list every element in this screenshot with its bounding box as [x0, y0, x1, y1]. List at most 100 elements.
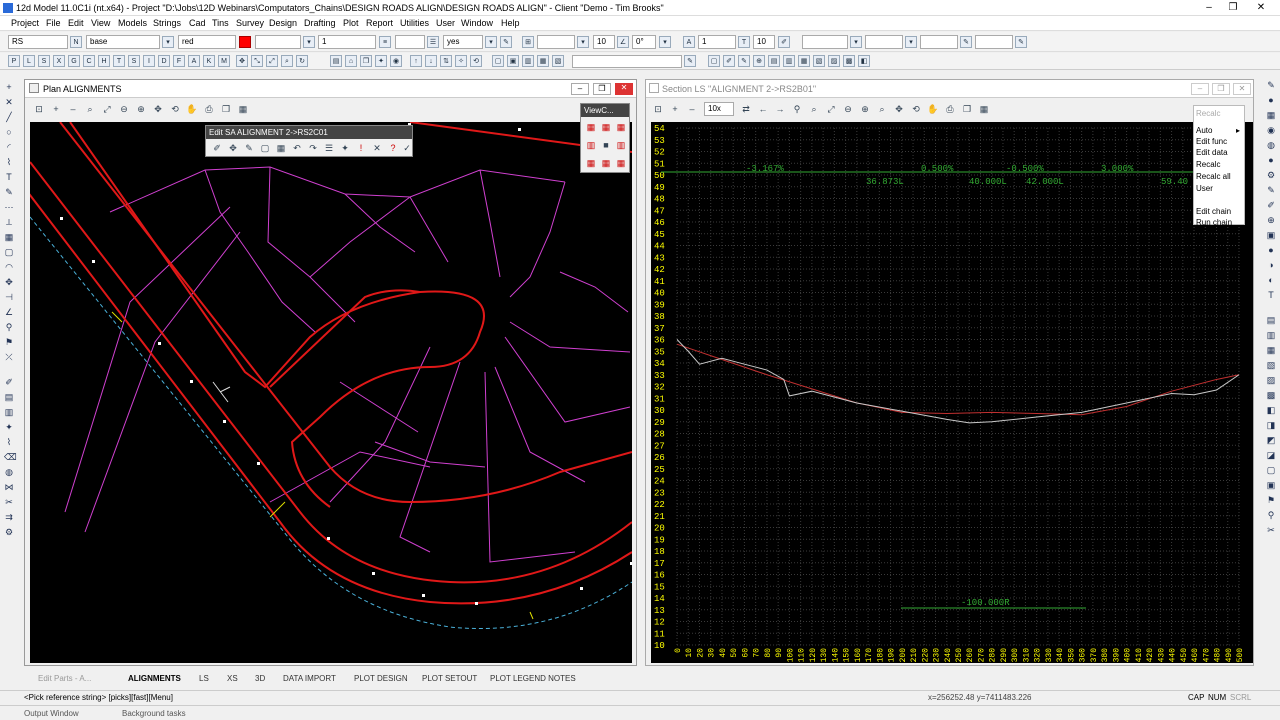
- letter-k-button[interactable]: K: [203, 55, 215, 67]
- viewc-top-right-icon[interactable]: ▦: [614, 120, 628, 134]
- section-zoom-in-icon[interactable]: +: [668, 102, 682, 116]
- menu-utilities[interactable]: Utilities: [400, 18, 429, 28]
- section-copy-icon[interactable]: ❐: [960, 102, 974, 116]
- section-prev-icon[interactable]: ←: [756, 102, 770, 116]
- angle-field[interactable]: 0°: [632, 35, 656, 49]
- plan-minimize-button[interactable]: –: [571, 83, 589, 95]
- cursor-tool-icon[interactable]: +: [4, 82, 14, 92]
- rt-tool-icon-19[interactable]: ▧: [1266, 360, 1276, 370]
- letter-a-button[interactable]: A: [188, 55, 200, 67]
- edit-sa-warning-icon[interactable]: !: [354, 141, 368, 155]
- box-tool-icon[interactable]: ▢: [4, 247, 14, 257]
- text-size-icon[interactable]: ▾: [577, 36, 589, 48]
- tab-alignments[interactable]: ALIGNMENTS: [128, 674, 181, 683]
- letter-f-button[interactable]: F: [173, 55, 185, 67]
- flag-field[interactable]: yes: [443, 35, 483, 49]
- measure-tool-icon[interactable]: ⊣: [4, 292, 14, 302]
- rt-tool-icon-30[interactable]: ✂: [1266, 525, 1276, 535]
- rt-tool-icon-29[interactable]: ⚲: [1266, 510, 1276, 520]
- tool-icon-10[interactable]: ▩: [843, 55, 855, 67]
- menu-design[interactable]: Design: [269, 18, 297, 28]
- viewc-top-left-icon[interactable]: ▦: [584, 120, 598, 134]
- ctx-edit-func[interactable]: Edit func: [1196, 137, 1227, 146]
- box-icon-5[interactable]: ▧: [552, 55, 564, 67]
- rt-tool-icon-9[interactable]: ✐: [1266, 200, 1276, 210]
- viewc-bottom-right-icon[interactable]: ▦: [614, 156, 628, 170]
- home-icon[interactable]: ⌂: [345, 55, 357, 67]
- minimize-button[interactable]: –: [1198, 2, 1220, 14]
- letter-s2-button[interactable]: S: [128, 55, 140, 67]
- tool-icon-2[interactable]: ✐: [723, 55, 735, 67]
- tool-icon-11[interactable]: ◧: [858, 55, 870, 67]
- menu-survey[interactable]: Survey: [236, 18, 264, 28]
- layer-tool-icon[interactable]: ▤: [4, 392, 14, 402]
- section-zoom-out-icon[interactable]: –: [685, 102, 699, 116]
- copy-icon[interactable]: ❐: [360, 55, 372, 67]
- section-refresh-icon[interactable]: ⇄: [739, 102, 753, 116]
- edit-sa-delete-icon[interactable]: ✕: [370, 141, 384, 155]
- section-maximize-button[interactable]: ❐: [1212, 83, 1230, 95]
- rt-tool-icon-27[interactable]: ▣: [1266, 480, 1276, 490]
- menu-view[interactable]: View: [91, 18, 110, 28]
- section-zoom-window-icon[interactable]: ⌕: [807, 102, 821, 116]
- node-tool-icon[interactable]: ⋯: [4, 202, 14, 212]
- rt-tool-icon-16[interactable]: ▤: [1266, 315, 1276, 325]
- section-minimize-button[interactable]: –: [1191, 83, 1209, 95]
- menu-project[interactable]: Project: [11, 18, 39, 28]
- menu-user[interactable]: User: [436, 18, 455, 28]
- tool-icon-1[interactable]: ▢: [708, 55, 720, 67]
- ctx-run-chain[interactable]: Run chain: [1196, 218, 1232, 227]
- box-icon-4[interactable]: ▦: [537, 55, 549, 67]
- weight-field[interactable]: 1: [318, 35, 376, 49]
- edit-sa-pencil-icon[interactable]: ✎: [242, 141, 256, 155]
- edit-sa-grid-icon[interactable]: ▦: [274, 141, 288, 155]
- rt-tool-icon-23[interactable]: ◨: [1266, 420, 1276, 430]
- tab-plot-design[interactable]: PLOT DESIGN: [354, 674, 408, 683]
- letter-i-button[interactable]: I: [143, 55, 155, 67]
- redraw-icon[interactable]: ↻: [296, 55, 308, 67]
- flag-dropdown-icon[interactable]: ▾: [485, 36, 497, 48]
- letter-l-button[interactable]: L: [23, 55, 35, 67]
- menu-strings[interactable]: Strings: [153, 18, 181, 28]
- menu-plot[interactable]: Plot: [343, 18, 359, 28]
- tab-data-import[interactable]: DATA IMPORT: [283, 674, 336, 683]
- plan-pan-icon[interactable]: ✥: [151, 102, 165, 116]
- ctx-auto[interactable]: Auto: [1196, 126, 1212, 135]
- rt-tool-icon-10[interactable]: ⊕: [1266, 215, 1276, 225]
- plan-hand-icon[interactable]: ✋: [185, 102, 199, 116]
- angle-dropdown-icon[interactable]: ▾: [659, 36, 671, 48]
- edit-tool-icon[interactable]: ✐: [4, 377, 14, 387]
- line-tool-icon[interactable]: ╱: [4, 112, 14, 122]
- colour-swatch[interactable]: [239, 36, 251, 48]
- text-tool-icon[interactable]: T: [4, 172, 14, 182]
- text-num-field[interactable]: 1: [698, 35, 736, 49]
- plan-rotate-icon[interactable]: ⟲: [168, 102, 182, 116]
- ctx-edit-data[interactable]: Edit data: [1196, 148, 1228, 157]
- menu-edit[interactable]: Edit: [68, 18, 84, 28]
- trim-tool-icon[interactable]: ✂: [4, 497, 14, 507]
- up-arrow-icon[interactable]: ↑: [410, 55, 422, 67]
- plan-maximize-button[interactable]: ❐: [593, 83, 611, 95]
- text-size-b-field[interactable]: 10: [753, 35, 775, 49]
- tab-xs[interactable]: XS: [227, 674, 238, 683]
- n-button[interactable]: N: [70, 36, 82, 48]
- letter-d-button[interactable]: D: [158, 55, 170, 67]
- plan-view-window[interactable]: Plan ALIGNMENTS – ❐ ✕ ⊡ + – ⌕ ⤢ ⊖ ⊕ ✥ ⟲ …: [19, 79, 637, 666]
- letter-x-button[interactable]: X: [53, 55, 65, 67]
- edit-sa-help-icon[interactable]: ?: [386, 141, 400, 155]
- extra-field-2[interactable]: [865, 35, 903, 49]
- edit-sa-finish-icon[interactable]: ✓: [400, 141, 414, 155]
- flag-tool-icon[interactable]: ⚑: [4, 337, 14, 347]
- plan-pick-icon[interactable]: ⊡: [32, 102, 46, 116]
- pick-icon[interactable]: ✎: [500, 36, 512, 48]
- edit-sa-redo-icon[interactable]: ↷: [306, 141, 320, 155]
- box-icon-3[interactable]: ▥: [522, 55, 534, 67]
- rt-tool-icon-3[interactable]: ▦: [1266, 110, 1276, 120]
- letter-s-button[interactable]: S: [38, 55, 50, 67]
- maximize-button[interactable]: ❐: [1222, 2, 1244, 14]
- section-hand-icon[interactable]: ✋: [926, 102, 940, 116]
- menu-window[interactable]: Window: [461, 18, 493, 28]
- section-pin-icon[interactable]: ⚲: [790, 102, 804, 116]
- extra-dropdown-icon-2[interactable]: ▾: [905, 36, 917, 48]
- text-size-field[interactable]: 10: [593, 35, 615, 49]
